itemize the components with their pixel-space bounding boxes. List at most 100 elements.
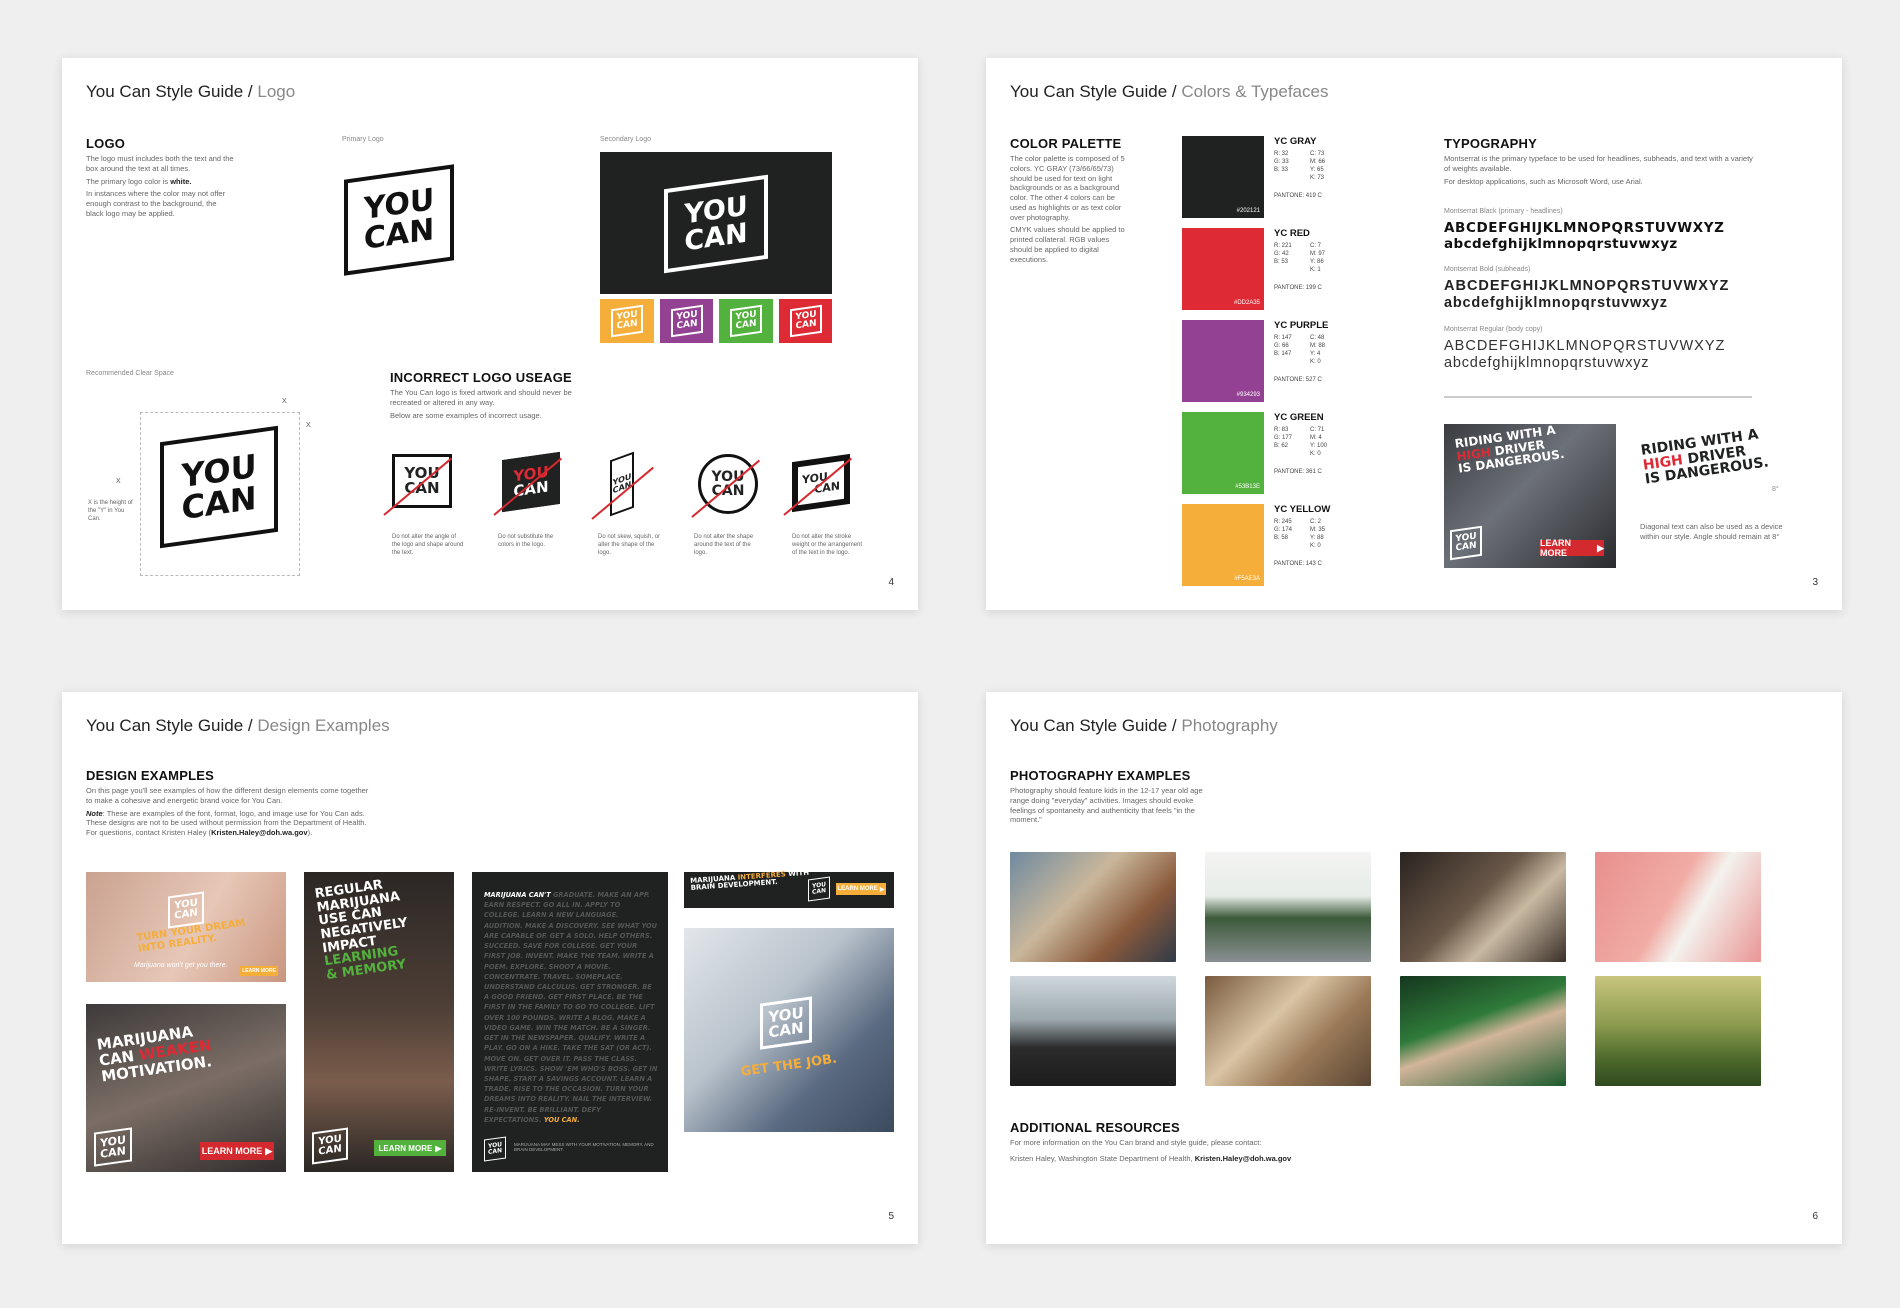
logo-variant-green: YOU CAN xyxy=(719,299,773,343)
ad-brain-text: MARIJUANA INTERFERES WITH BRAIN DEVELOPM… xyxy=(690,869,810,893)
guide-title: You Can Style Guide xyxy=(1010,82,1168,101)
color-palette-description: The color palette is composed of 5 color… xyxy=(1010,154,1130,267)
resources-contact: Kristen Haley, Washington State Departme… xyxy=(1010,1154,1410,1164)
design-page: You Can Style Guide / Design Examples DE… xyxy=(62,692,918,1244)
logo-can: CAN xyxy=(487,1147,503,1156)
note-email[interactable]: Kristen.Haley@doh.wa.gov xyxy=(211,828,308,837)
logo-variant-yellow: YOU CAN xyxy=(600,299,654,343)
x-mark-top: X xyxy=(282,398,287,405)
swatch-red: #DD2A35 xyxy=(1182,228,1264,310)
font-sample-black-upper: ABCDEFGHIJKLMNOPQRSTUVWXYZ xyxy=(1444,220,1725,236)
learn-more-button[interactable]: LEARN MORE ▶ xyxy=(1540,538,1604,558)
title-separator: / xyxy=(243,716,258,735)
color-rgb: R: 147 G: 66 B: 147 xyxy=(1274,335,1292,358)
photo-heading: PHOTOGRAPHY EXAMPLES xyxy=(1010,768,1191,783)
ad-logo: YOU CAN xyxy=(760,996,812,1050)
photo-page: You Can Style Guide / Photography PHOTOG… xyxy=(986,692,1842,1244)
color-name: YC GREEN xyxy=(1274,412,1324,423)
page-title: You Can Style Guide / Design Examples xyxy=(86,716,390,736)
page-number: 3 xyxy=(1812,577,1818,588)
ad-logo: YOU CAN xyxy=(94,1127,132,1167)
ad-brain-banner: MARIJUANA INTERFERES WITH BRAIN DEVELOPM… xyxy=(684,869,894,908)
color-palette-heading: COLOR PALETTE xyxy=(1010,136,1122,151)
color-name: YC RED xyxy=(1274,228,1310,239)
page-subtitle: Colors & Typefaces xyxy=(1181,82,1329,101)
color-name: YC YELLOW xyxy=(1274,504,1331,515)
learn-more-button[interactable]: LEARN MORE ▶ xyxy=(374,1140,446,1156)
incorrect-caption: Do not skew, squish, or alter the shape … xyxy=(598,534,661,556)
font-sample-bold-upper: ABCDEFGHIJKLMNOPQRSTUVWXYZ xyxy=(1444,278,1730,294)
x-mark-right: X xyxy=(306,422,311,429)
photo-graduation xyxy=(1400,976,1566,1086)
logo-can: CAN xyxy=(181,478,257,528)
logo-can: CAN xyxy=(616,318,638,332)
font-label: Montserrat Bold (subheads) xyxy=(1444,266,1531,273)
photo-basketball xyxy=(1205,852,1371,962)
typography-divider xyxy=(1444,396,1752,398)
swatch-hex: #F5AE3A xyxy=(1234,576,1260,582)
logo-variant-red: YOU CAN xyxy=(778,299,832,343)
font-sample-bold-lower: abcdefghijklmnopqrstuvwxyz xyxy=(1444,295,1668,311)
primary-logo: YOU CAN xyxy=(344,164,454,276)
guide-title: You Can Style Guide xyxy=(1010,716,1168,735)
ad-logo: YOU CAN xyxy=(168,891,204,929)
colors-page: You Can Style Guide / Colors & Typefaces… xyxy=(986,58,1842,610)
typography-description: Montserrat is the primary typeface to be… xyxy=(1444,154,1754,189)
swatch-hex: #DD2A35 xyxy=(1233,300,1260,306)
ad-dream: YOU CAN TURN YOUR DREAM INTO REALITY. Mar… xyxy=(86,872,286,982)
photo-headphones xyxy=(1595,852,1761,962)
learn-more-button[interactable]: LEARN MORE ▶ xyxy=(200,1142,274,1160)
logo-can: CAN xyxy=(735,318,757,332)
play-icon: ▶ xyxy=(879,886,885,893)
font-sample-regular-lower: abcdefghijklmnopqrstuvwxyz xyxy=(1444,355,1650,371)
color-pantone: PANTONE: 143 C xyxy=(1274,561,1322,567)
incorrect-description: The You Can logo is fixed artwork and sh… xyxy=(390,388,580,423)
logo-text-2-bold: white. xyxy=(170,176,192,186)
color-rgb: R: 32 G: 33 B: 33 xyxy=(1274,151,1289,174)
color-pantone: PANTONE: 527 C xyxy=(1274,377,1322,383)
learn-more-label: LEARN MORE xyxy=(378,1143,433,1153)
logo-page: You Can Style Guide / Logo LOGO The logo… xyxy=(62,58,918,610)
ad4-head: MARIJUANA CAN'T xyxy=(484,891,551,899)
ad-logo: YOU CAN xyxy=(312,1127,348,1165)
mini-logo: YOU CAN xyxy=(670,304,703,338)
page-subtitle: Logo xyxy=(257,82,296,101)
play-icon: ▶ xyxy=(1597,542,1604,553)
color-cmyk: C: 71 M: 4 Y: 100 K: 0 xyxy=(1310,427,1328,458)
learn-more-button[interactable]: LEARN MORE xyxy=(240,966,278,976)
photo-driving xyxy=(1010,976,1176,1086)
color-name: YC GRAY xyxy=(1274,136,1317,147)
note-label: Note xyxy=(86,808,103,818)
ad-learning-text: REGULAR MARIJUANA USE CAN NEGATIVELY IMP… xyxy=(314,876,414,982)
color-cmyk: C: 48 M: 88 Y: 4 K: 0 xyxy=(1310,335,1326,366)
design-text-1: On this page you'll see examples of how … xyxy=(86,786,369,805)
title-separator: / xyxy=(1167,82,1182,101)
logo-description: The logo must includes both the text and… xyxy=(86,154,236,222)
photo-guitar xyxy=(1400,852,1566,962)
ad-get-job: YOU CAN GET THE JOB. xyxy=(684,928,894,1132)
mini-logo: YOU CAN xyxy=(730,304,762,338)
learn-more-button[interactable]: LEARN MORE ▶ xyxy=(836,883,886,895)
swatch-green: #53B13E xyxy=(1182,412,1264,494)
secondary-logo-panel: YOU CAN xyxy=(600,152,832,294)
incorrect-caption: Do not alter the shape around the text o… xyxy=(694,534,754,556)
contact-email[interactable]: Kristen.Haley@doh.wa.gov xyxy=(1195,1154,1292,1163)
logo-heading: LOGO xyxy=(86,136,126,151)
logo-can: CAN xyxy=(1455,540,1477,554)
photo-pizza xyxy=(1010,852,1176,962)
color-name: YC PURPLE xyxy=(1274,320,1329,331)
ad-dream-text: TURN YOUR DREAM INTO REALITY. xyxy=(136,918,248,955)
ad-motivation: MARIJUANA CAN WEAKEN MOTIVATION. YOU CAN … xyxy=(86,1004,286,1172)
page-number: 4 xyxy=(888,577,894,588)
color-rgb: R: 245 G: 174 B: 58 xyxy=(1274,519,1293,542)
swatch-hex: #934293 xyxy=(1236,392,1260,398)
logo-can: CAN xyxy=(100,1144,126,1161)
contact-name: Kristen Haley, Washington State Departme… xyxy=(1010,1154,1195,1163)
ad1-tagline: Marijuana won't get you there. xyxy=(134,962,228,969)
photo-description: Photography should feature kids in the 1… xyxy=(1010,786,1203,825)
color-rgb: R: 83 G: 177 B: 62 xyxy=(1274,427,1293,450)
design-heading: DESIGN EXAMPLES xyxy=(86,768,214,783)
learn-more-label: LEARN MORE xyxy=(1540,538,1571,558)
logo-can: CAN xyxy=(684,217,748,258)
incorrect-caption: Do not alter the angle of the logo and s… xyxy=(392,534,464,556)
